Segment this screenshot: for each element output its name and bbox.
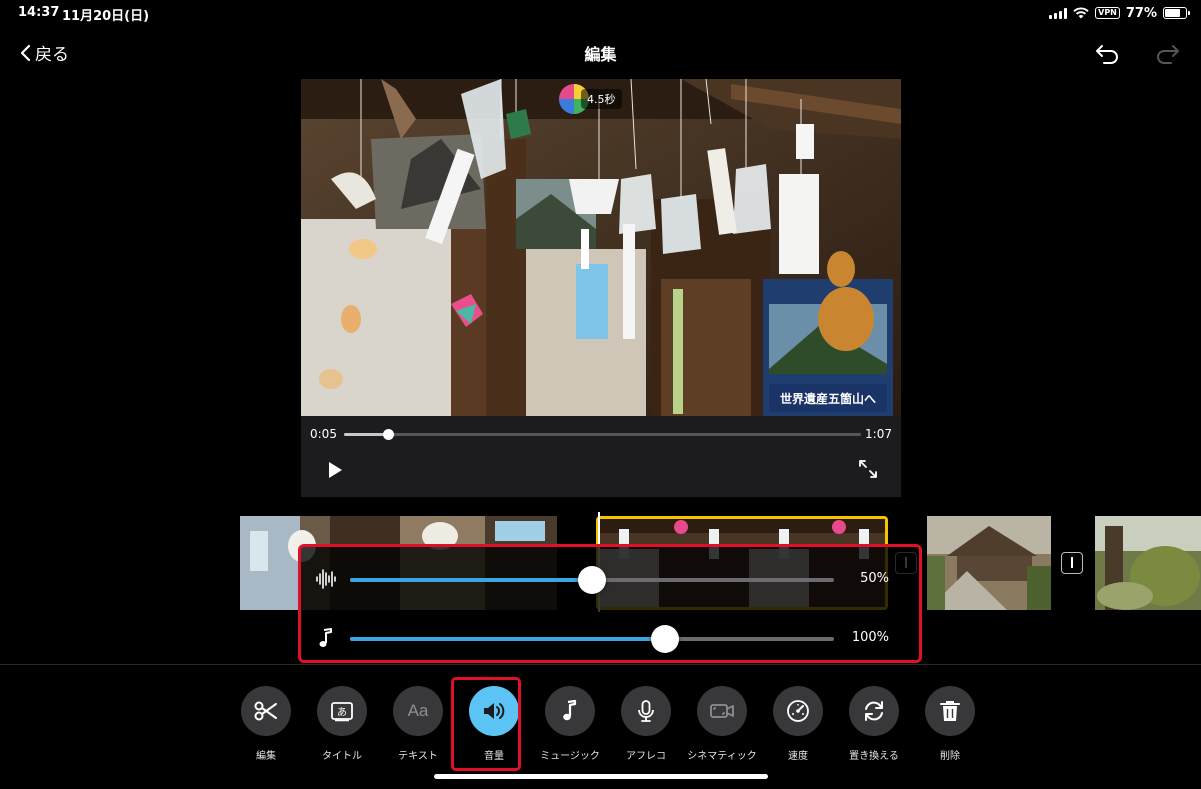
vpn-badge: VPN [1095,7,1120,19]
music-volume-slider[interactable] [350,625,834,653]
music-note-icon [545,686,595,736]
svg-text:あ: あ [337,707,347,719]
poster-text: 世界遺産五箇山へ [780,391,876,406]
tool-label: 削除 [940,751,960,762]
scissors-icon [241,686,291,736]
battery-icon [1163,7,1190,19]
toolbar-divider [0,664,1201,665]
microphone-icon [621,686,671,736]
music-volume-row: 100% [301,623,919,653]
clip-volume-knob[interactable] [578,566,606,594]
status-date: 11月20日(日) [62,9,150,24]
redo-button[interactable] [1153,40,1181,68]
status-bar: 14:37 11月20日(日) VPN 77% [0,0,1201,26]
cinematic-camera-icon [697,686,747,736]
clip-thumbnail [1095,516,1201,610]
video-frame-image: 世界遺産五箇山へ [301,79,901,416]
timeline-clip[interactable] [1095,516,1201,610]
clip-volume-slider[interactable] [350,566,834,594]
play-button[interactable] [325,460,345,480]
clip-volume-row: 50% [301,564,919,594]
tool-delete[interactable]: 削除 [914,686,986,762]
battery-level-fill [1165,9,1181,17]
undo-button[interactable] [1094,40,1122,68]
trash-icon [925,686,975,736]
music-note-icon [314,626,338,650]
current-time: 0:05 [310,427,337,441]
title-icon: あ [317,686,367,736]
tool-speed[interactable]: 速度 [762,686,834,762]
tool-edit[interactable]: 編集 [230,686,302,762]
wifi-icon [1073,7,1089,19]
speedometer-icon [773,686,823,736]
edit-toolbar: 編集 あ タイトル Aa テキスト 音量 ミュージック アフレコ シネマティック… [230,686,990,766]
tool-voiceover[interactable]: アフレコ [610,686,682,762]
status-time: 14:37 [18,5,60,20]
music-volume-knob[interactable] [650,625,679,653]
clip-thumbnail [927,516,1051,610]
tool-replace[interactable]: 置き換える [838,686,910,762]
clip-volume-fill [350,578,592,582]
clip-duration-badge: 4.5秒 [581,89,622,109]
music-volume-fill [350,637,665,641]
transition-marker[interactable] [1061,552,1083,574]
text-icon-glyph: Aa [407,701,429,720]
replace-icon [849,686,899,736]
tool-text[interactable]: Aa テキスト [382,686,454,762]
redo-icon [1157,45,1179,64]
tool-music[interactable]: ミュージック [534,686,606,762]
tool-cinematic[interactable]: シネマティック [686,686,758,762]
volume-panel: 50% 100% [298,544,922,663]
cellular-signal-icon [1049,7,1068,19]
page-title: 編集 [584,45,617,64]
home-indicator[interactable] [434,774,768,779]
play-icon [329,462,342,478]
battery-percent: 77% [1125,5,1157,21]
waveform-icon [314,567,338,591]
player-controls: 0:05 1:07 [301,416,901,497]
status-indicators: VPN 77% [1049,4,1190,22]
video-preview[interactable]: 世界遺産五箇山へ 4.5秒 [301,79,901,416]
text-icon: Aa [393,686,443,736]
active-tool-highlight [451,677,521,771]
undo-icon [1096,45,1118,64]
tool-title[interactable]: あ タイトル [306,686,378,762]
scrubber-track[interactable] [344,429,861,440]
total-time: 1:07 [865,427,892,441]
timeline-clip[interactable] [927,516,1051,610]
scrubber-knob[interactable] [382,429,394,440]
fullscreen-button[interactable] [857,458,879,480]
music-volume-value: 100% [851,630,889,645]
clip-volume-value: 50% [860,571,889,586]
expand-icon [859,460,877,478]
scrubber-progress [344,433,388,436]
